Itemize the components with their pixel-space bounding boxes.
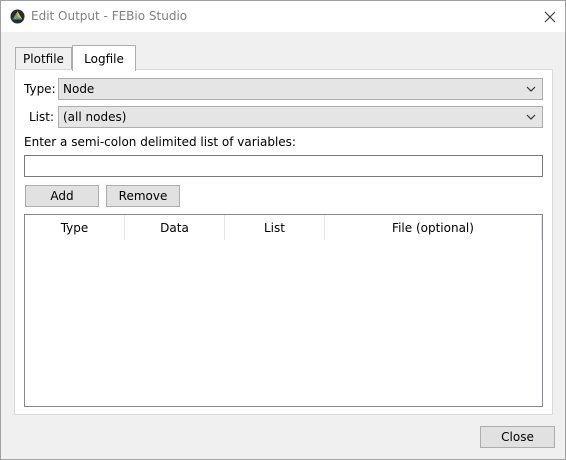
window-title: Edit Output - FEBio Studio	[31, 9, 188, 23]
edit-output-dialog: Edit Output - FEBio Studio Plotfile Logf…	[0, 0, 566, 460]
type-dropdown-value: Node	[63, 82, 95, 96]
list-dropdown[interactable]: (all nodes)	[58, 106, 543, 128]
variables-label: Enter a semi-colon delimited list of var…	[24, 135, 296, 149]
column-header-type[interactable]: Type	[25, 215, 125, 240]
logfile-panel: Type: Node List: (all nodes) Enter a sem…	[14, 69, 553, 415]
chevron-down-icon	[526, 114, 536, 120]
add-button[interactable]: Add	[25, 185, 99, 207]
column-header-data[interactable]: Data	[125, 215, 225, 240]
tab-logfile-label: Logfile	[84, 51, 124, 66]
column-header-file[interactable]: File (optional)	[325, 215, 542, 240]
log-variables-table[interactable]: Type Data List File (optional)	[24, 214, 543, 407]
type-dropdown[interactable]: Node	[58, 78, 543, 100]
list-dropdown-value: (all nodes)	[63, 110, 127, 124]
tab-plotfile-label: Plotfile	[23, 51, 64, 66]
close-icon	[544, 11, 556, 23]
chevron-down-icon	[526, 86, 536, 92]
table-header: Type Data List File (optional)	[25, 215, 542, 240]
close-window-button[interactable]	[539, 6, 561, 28]
variables-input[interactable]	[24, 155, 543, 177]
column-header-list[interactable]: List	[225, 215, 325, 240]
close-button[interactable]: Close	[480, 426, 555, 448]
title-bar[interactable]: Edit Output - FEBio Studio	[1, 1, 565, 32]
tab-plotfile[interactable]: Plotfile	[15, 47, 72, 69]
type-label: Type:	[24, 82, 56, 96]
febio-studio-icon	[10, 9, 25, 24]
tab-logfile[interactable]: Logfile	[72, 45, 136, 71]
list-label: List:	[29, 110, 55, 124]
table-body[interactable]	[25, 240, 542, 406]
remove-button[interactable]: Remove	[106, 185, 180, 207]
